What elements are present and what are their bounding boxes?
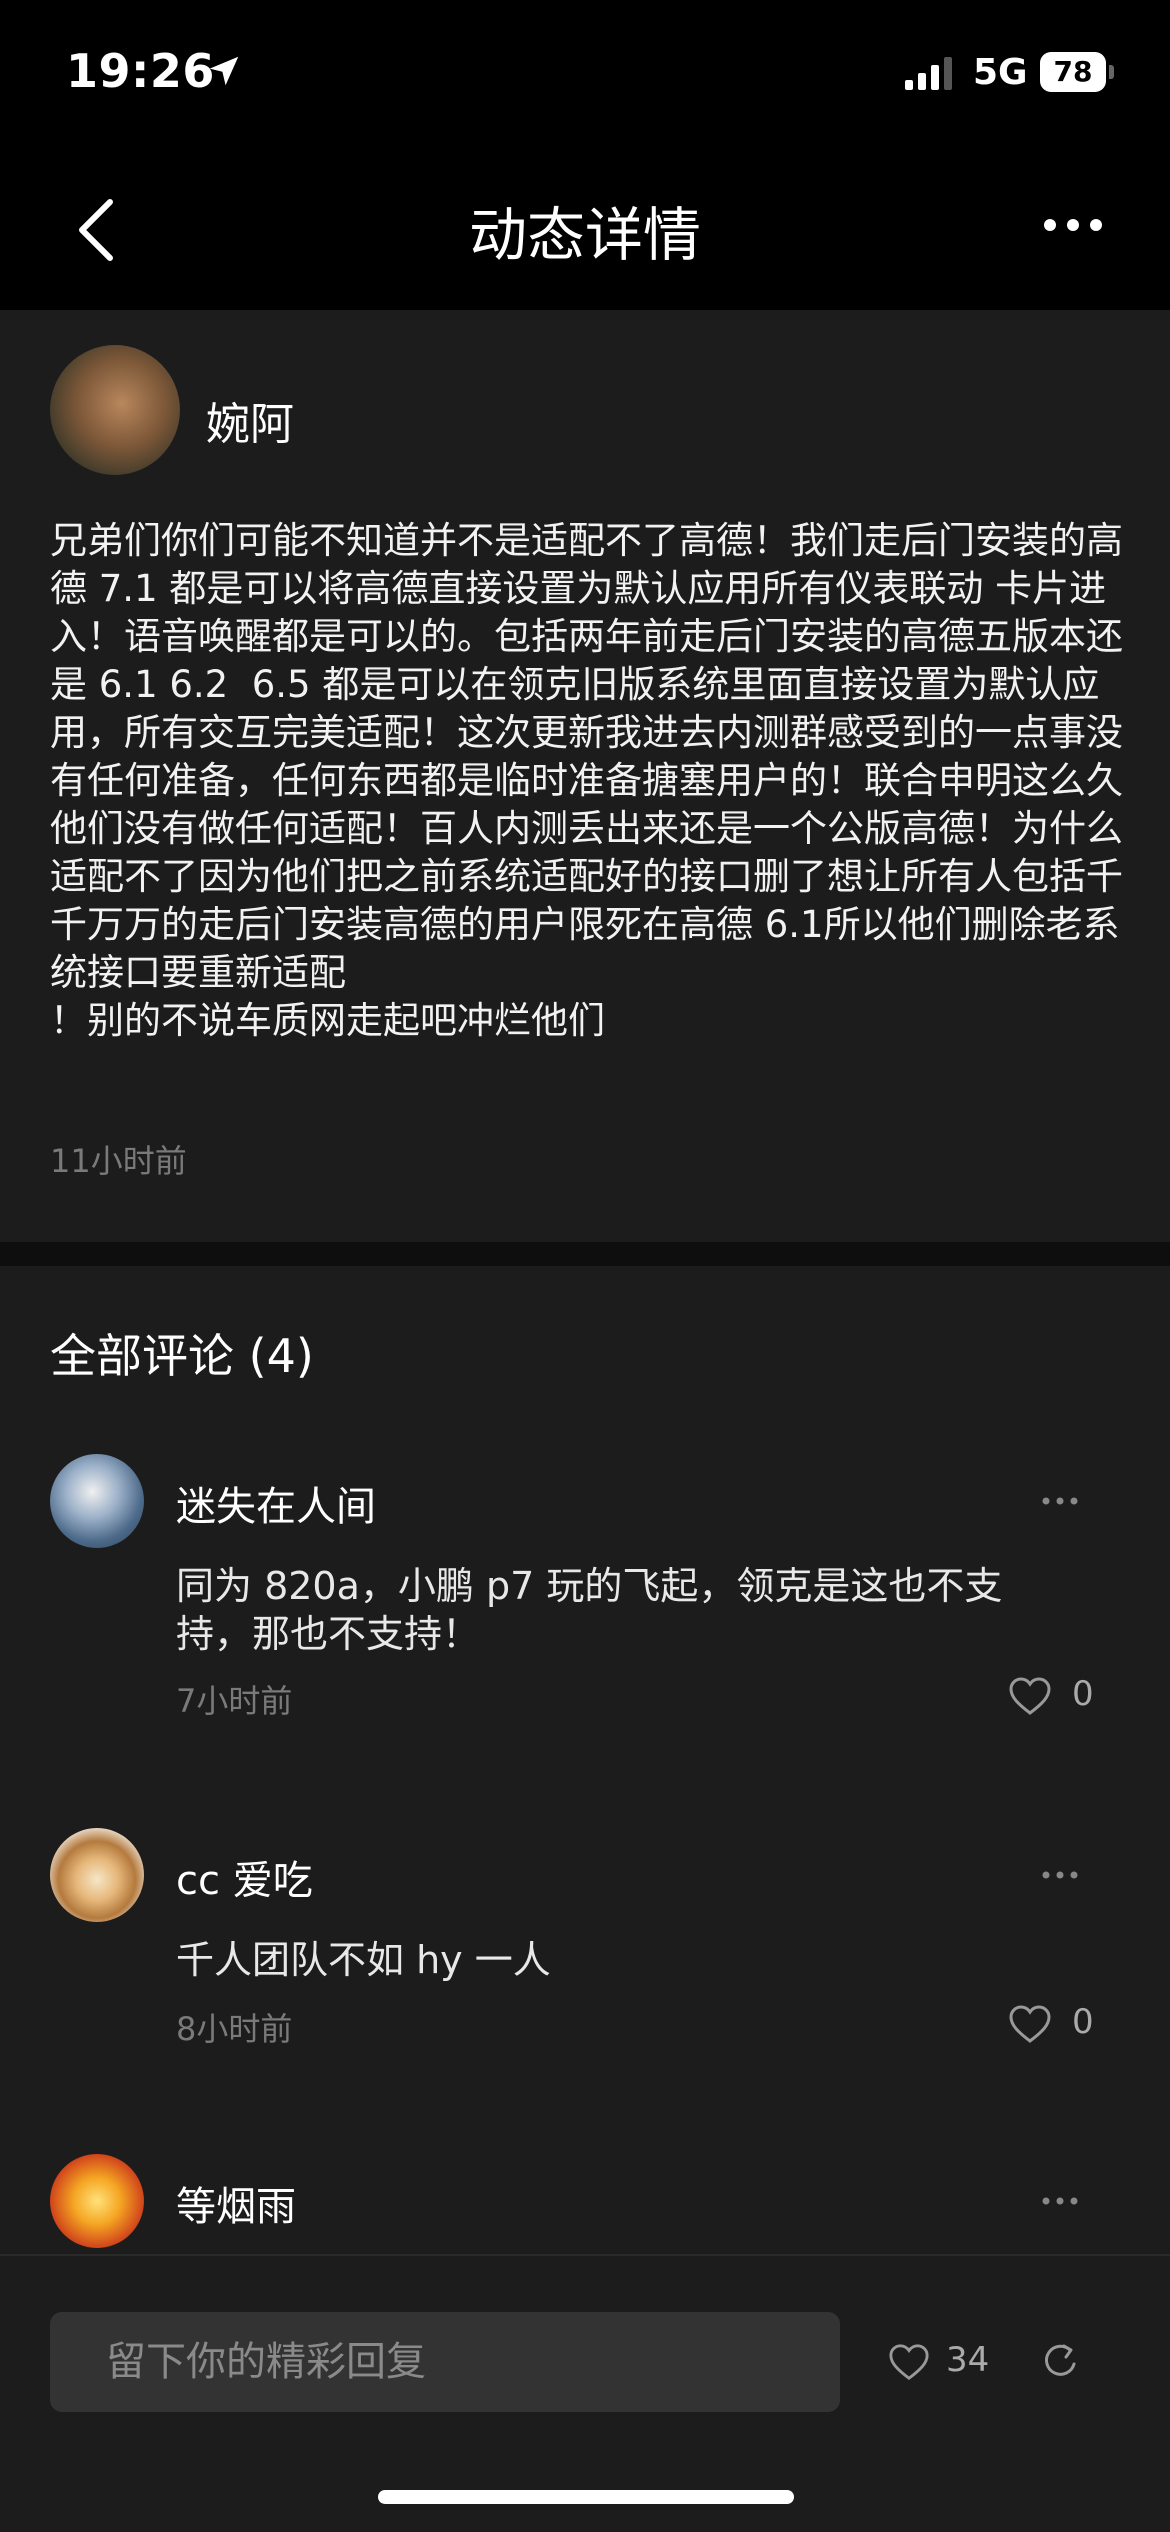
comments-title: 全部评论 (4) (50, 1329, 314, 1383)
comment-timestamp: 7小时前 (176, 1682, 293, 1720)
page-title: 动态详情 (468, 201, 701, 269)
ellipsis-icon[interactable] (1040, 1486, 1080, 1516)
heart-icon[interactable] (1008, 2004, 1052, 2044)
battery-nub (1109, 65, 1114, 79)
share-icon[interactable] (1040, 2340, 1080, 2380)
location-arrow-icon (209, 56, 239, 86)
network-type: 5G (973, 52, 1028, 93)
comment-text: 千人团队不如 hy 一人 (176, 1938, 551, 1982)
home-indicator (378, 2490, 794, 2504)
comments-section: 全部评论 (4) 迷失在人间 同为 820a，小鹏 p7 玩的飞起，领克是这也不… (0, 1266, 1170, 2254)
post-author-name[interactable]: 婉阿 (206, 388, 294, 452)
heart-icon[interactable] (888, 2342, 930, 2382)
nav-bar: 动态详情 (0, 150, 1170, 310)
post-like-count: 34 (946, 2340, 990, 2380)
ellipsis-icon[interactable] (1040, 2186, 1080, 2216)
reply-input[interactable] (50, 2312, 840, 2412)
battery-icon: 78 (1040, 52, 1114, 92)
comment-timestamp: 8小时前 (176, 2010, 293, 2048)
ellipsis-icon[interactable] (1040, 1860, 1080, 1890)
heart-icon[interactable] (1008, 1676, 1052, 1716)
post-body: 兄弟们你们可能不知道并不是适配不了高德！我们走后门安装的高德 7.1 都是可以将… (50, 519, 1123, 1042)
like-count: 0 (1072, 2002, 1094, 2042)
comment-text: 同为 820a，小鹏 p7 玩的飞起，领克是这也不支持，那也不支持！ (176, 1564, 1003, 1656)
comment-author[interactable]: cc 爱吃 (176, 1848, 313, 1906)
status-bar: 19:26 5G 78 (0, 0, 1170, 150)
status-time: 19:26 (66, 44, 215, 98)
section-divider (0, 1242, 1170, 1266)
comment-author[interactable]: 等烟雨 (176, 2174, 296, 2232)
post-card: 婉阿 兄弟们你们可能不知道并不是适配不了高德！我们走后门安装的高德 7.1 都是… (0, 310, 1170, 1242)
avatar[interactable] (50, 345, 180, 475)
post-timestamp: 11小时前 (50, 1142, 187, 1180)
ellipsis-icon[interactable] (1038, 200, 1108, 250)
signal-icon (905, 57, 952, 90)
avatar[interactable] (50, 1454, 144, 1548)
avatar[interactable] (50, 2154, 144, 2248)
battery-level: 78 (1040, 52, 1106, 92)
comment-author[interactable]: 迷失在人间 (176, 1474, 376, 1532)
like-count: 0 (1072, 1674, 1094, 1714)
avatar[interactable] (50, 1828, 144, 1922)
